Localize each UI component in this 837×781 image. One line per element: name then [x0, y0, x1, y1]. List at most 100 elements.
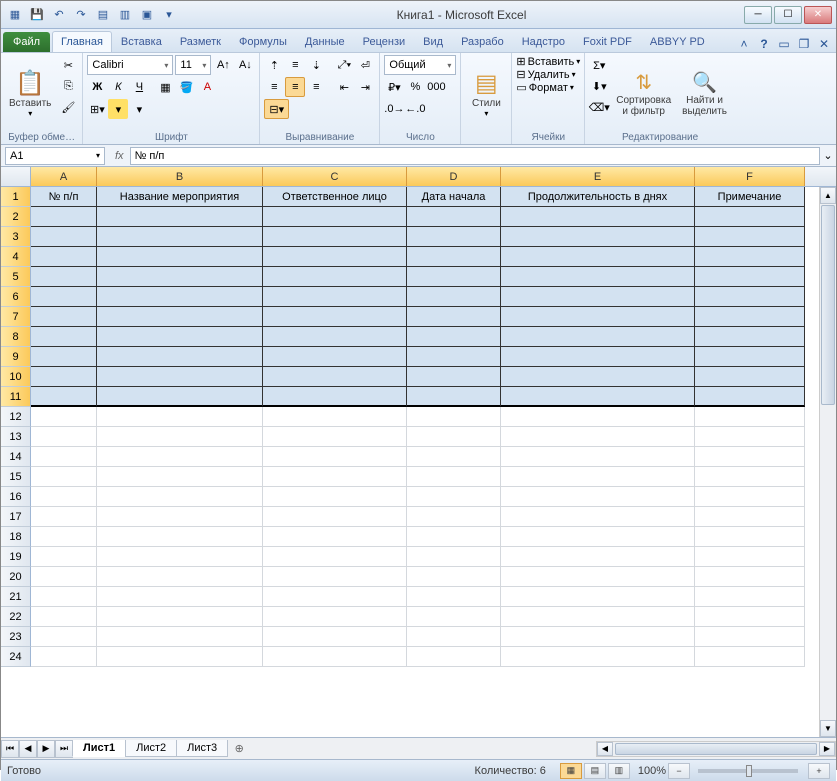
row-header[interactable]: 19	[1, 547, 31, 567]
cell[interactable]	[263, 527, 407, 547]
merge-center-icon[interactable]: ⊟▾	[264, 99, 289, 119]
row-header[interactable]: 12	[1, 407, 31, 427]
cell[interactable]	[31, 587, 97, 607]
cell[interactable]	[31, 407, 97, 427]
delete-cells-button[interactable]: ⊟Удалить▾	[516, 68, 580, 81]
zoom-level[interactable]: 100%	[638, 765, 666, 777]
row-header[interactable]: 13	[1, 427, 31, 447]
cell[interactable]	[501, 207, 695, 227]
cell[interactable]	[501, 347, 695, 367]
cell[interactable]	[695, 247, 805, 267]
cell[interactable]	[501, 407, 695, 427]
row-header[interactable]: 9	[1, 347, 31, 367]
minimize-ribbon-icon[interactable]: ˄	[736, 36, 752, 52]
scroll-thumb[interactable]	[821, 205, 835, 405]
ribbon-tab[interactable]: Вид	[414, 31, 452, 52]
cell[interactable]	[501, 427, 695, 447]
cell[interactable]	[407, 547, 501, 567]
fill-dropdown-icon[interactable]: ▾	[108, 99, 128, 119]
name-box[interactable]: A1▾	[5, 147, 105, 165]
cell[interactable]	[97, 247, 263, 267]
close-button[interactable]: ✕	[804, 6, 832, 24]
cell[interactable]	[501, 467, 695, 487]
cell[interactable]	[407, 487, 501, 507]
cell[interactable]	[97, 407, 263, 427]
row-header[interactable]: 17	[1, 507, 31, 527]
formula-input[interactable]: № п/п	[130, 147, 820, 165]
zoom-in-icon[interactable]: +	[808, 763, 830, 779]
close-workbook-icon[interactable]: ✕	[816, 36, 832, 52]
insert-cells-button[interactable]: ⊞Вставить▾	[516, 55, 580, 68]
last-sheet-icon[interactable]: ⏭	[55, 740, 73, 758]
cell[interactable]: Примечание	[695, 187, 805, 207]
undo-icon[interactable]: ↶	[49, 5, 69, 25]
align-left-icon[interactable]: ≡	[264, 77, 284, 97]
sheet-tab[interactable]: Лист2	[125, 740, 177, 757]
cell[interactable]	[407, 447, 501, 467]
ribbon-tab[interactable]: Вставка	[112, 31, 171, 52]
cell[interactable]	[31, 487, 97, 507]
expand-formula-icon[interactable]: ⌄	[820, 149, 836, 162]
increase-font-icon[interactable]: A↑	[213, 55, 233, 75]
bold-icon[interactable]: Ж	[87, 77, 107, 97]
zoom-out-icon[interactable]: −	[668, 763, 690, 779]
align-right-icon[interactable]: ≡	[306, 77, 326, 97]
cell[interactable]	[263, 247, 407, 267]
cell[interactable]	[263, 587, 407, 607]
italic-icon[interactable]: К	[108, 77, 128, 97]
cell[interactable]	[407, 247, 501, 267]
chevron-down-icon[interactable]: ▾	[96, 151, 100, 160]
copy-icon[interactable]: ⎘	[58, 76, 78, 96]
cell[interactable]	[263, 307, 407, 327]
cell[interactable]	[263, 367, 407, 387]
cell[interactable]	[501, 587, 695, 607]
row-header[interactable]: 18	[1, 527, 31, 547]
cell[interactable]	[263, 287, 407, 307]
paste-button[interactable]: 📋 Вставить ▾	[5, 55, 55, 131]
scroll-up-icon[interactable]: ▲	[820, 187, 836, 204]
autosum-icon[interactable]: Σ▾	[589, 55, 609, 75]
cell[interactable]	[31, 347, 97, 367]
cell[interactable]	[263, 387, 407, 407]
restore-window-icon[interactable]: ❐	[796, 36, 812, 52]
cell[interactable]	[31, 467, 97, 487]
cell[interactable]	[501, 647, 695, 667]
cell[interactable]	[695, 467, 805, 487]
underline-icon[interactable]: Ч	[129, 77, 149, 97]
cell[interactable]	[407, 267, 501, 287]
cell[interactable]: № п/п	[31, 187, 97, 207]
row-header[interactable]: 20	[1, 567, 31, 587]
styles-button[interactable]: ▤ Стили ▾	[465, 55, 507, 131]
cell[interactable]	[97, 487, 263, 507]
vertical-scrollbar[interactable]: ▲ ▼	[819, 187, 836, 737]
horizontal-scrollbar[interactable]: ◀ ▶	[596, 741, 836, 757]
cell[interactable]	[97, 387, 263, 407]
cell[interactable]	[501, 487, 695, 507]
fill-icon[interactable]: ⬇▾	[589, 76, 609, 96]
save-icon[interactable]: 💾	[27, 5, 47, 25]
cell[interactable]	[97, 567, 263, 587]
cell[interactable]	[407, 327, 501, 347]
cell[interactable]	[263, 627, 407, 647]
cell[interactable]	[31, 607, 97, 627]
cell[interactable]	[97, 227, 263, 247]
row-header[interactable]: 6	[1, 287, 31, 307]
cell[interactable]	[97, 627, 263, 647]
row-header[interactable]: 7	[1, 307, 31, 327]
cell[interactable]	[263, 507, 407, 527]
cell[interactable]	[31, 567, 97, 587]
maximize-button[interactable]: ☐	[774, 6, 802, 24]
increase-indent-icon[interactable]: ⇥	[355, 77, 375, 97]
page-break-view-icon[interactable]: ▥	[608, 763, 630, 779]
cell[interactable]	[695, 367, 805, 387]
cell[interactable]	[263, 607, 407, 627]
redo-icon[interactable]: ↷	[71, 5, 91, 25]
cell[interactable]	[97, 587, 263, 607]
cell[interactable]	[263, 227, 407, 247]
minimize-button[interactable]: ─	[744, 6, 772, 24]
font-size-combo[interactable]: 11▾	[175, 55, 211, 75]
row-header[interactable]: 4	[1, 247, 31, 267]
decrease-decimal-icon[interactable]: ←.0	[405, 99, 425, 119]
cell[interactable]	[407, 647, 501, 667]
cell[interactable]	[97, 267, 263, 287]
